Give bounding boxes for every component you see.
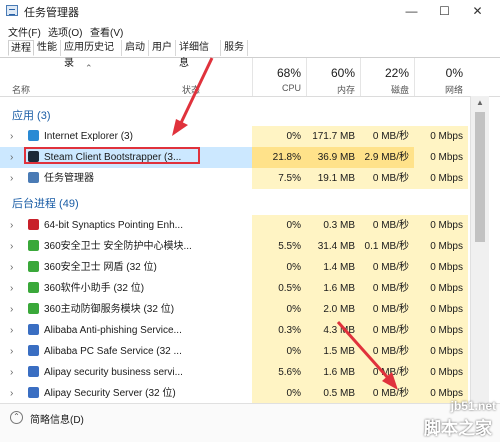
annotation-arrows bbox=[172, 57, 398, 390]
watermark-site: jb51.net bbox=[450, 399, 496, 413]
watermark-name: 脚本之家 bbox=[424, 419, 492, 438]
collapse-icon[interactable]: ⌃ bbox=[10, 411, 23, 424]
fewer-details-link[interactable]: 简略信息(D) bbox=[30, 411, 84, 426]
arrow-top-line bbox=[178, 57, 214, 126]
arrow-bottom-line bbox=[336, 321, 390, 379]
arrow-top-head bbox=[172, 119, 188, 136]
